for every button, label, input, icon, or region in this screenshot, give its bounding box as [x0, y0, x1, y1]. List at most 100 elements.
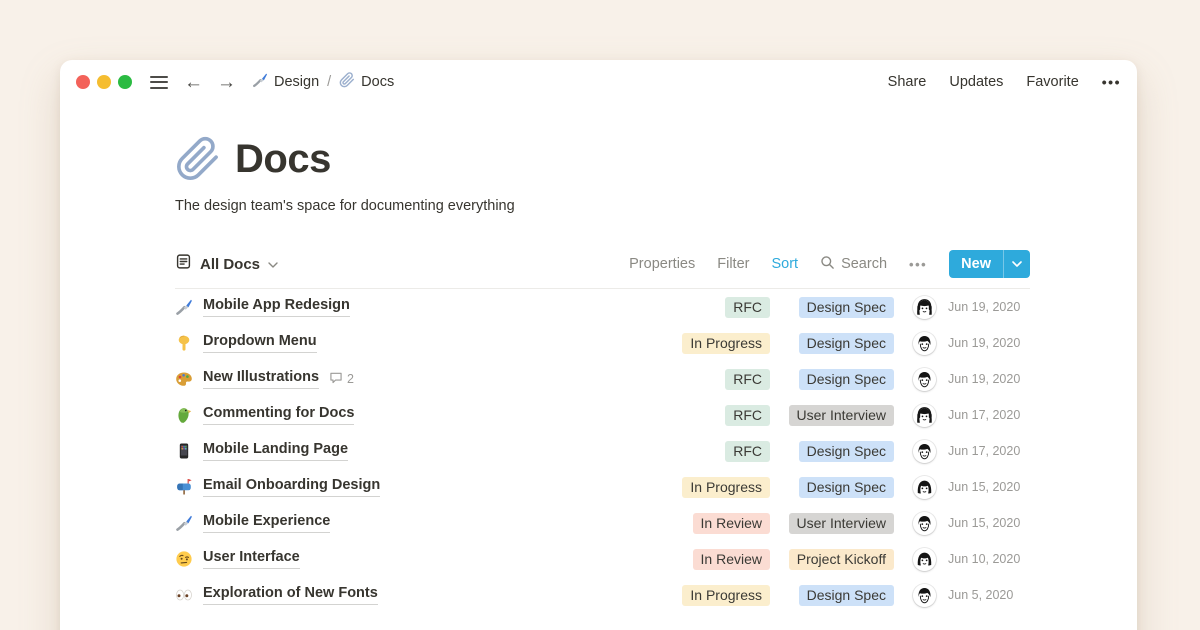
toolbar-actions: Properties Filter Sort Search ••• New	[629, 250, 1030, 278]
doc-title-link[interactable]: Email Onboarding Design	[203, 477, 380, 497]
face-raised-eyebrow-icon	[175, 550, 203, 568]
updates-button[interactable]: Updates	[949, 74, 1003, 90]
forward-button[interactable]: →	[217, 73, 236, 92]
mailbox-icon	[175, 478, 203, 496]
doc-type-tag[interactable]: Design Spec	[799, 585, 894, 606]
table-row[interactable]: Mobile Experience In Review User Intervi…	[175, 505, 1030, 541]
view-label: All Docs	[200, 256, 260, 273]
status-tag[interactable]: RFC	[725, 405, 770, 426]
view-toolbar: All Docs Properties Filter Sort Search	[175, 250, 1030, 289]
avatar-woman-headphones[interactable]	[913, 296, 936, 319]
doc-title-link[interactable]: Mobile Experience	[203, 513, 330, 533]
edited-date: Jun 19, 2020	[942, 300, 1030, 314]
doc-type-tag[interactable]: Design Spec	[799, 297, 894, 318]
doc-title-link[interactable]: Dropdown Menu	[203, 333, 317, 353]
avatar-man[interactable]	[913, 440, 936, 463]
page-header: Docs The design team's space for documen…	[175, 136, 1030, 214]
edited-date: Jun 10, 2020	[942, 552, 1030, 566]
sidebar-toggle-icon[interactable]	[148, 72, 170, 93]
view-switcher[interactable]: All Docs	[175, 253, 278, 275]
doc-title-link[interactable]: User Interface	[203, 549, 300, 569]
comment-count: 2	[347, 372, 354, 386]
titlebar-actions: Share Updates Favorite •••	[888, 74, 1121, 90]
doc-list-icon	[175, 253, 192, 275]
edited-date: Jun 17, 2020	[942, 444, 1030, 458]
breadcrumb-item-design[interactable]: Design	[252, 72, 319, 92]
page-content: Docs The design team's space for documen…	[60, 136, 1137, 613]
sort-button[interactable]: Sort	[771, 256, 798, 272]
chevron-down-icon	[268, 255, 278, 273]
favorite-button[interactable]: Favorite	[1026, 74, 1078, 90]
breadcrumb-separator: /	[327, 74, 331, 90]
comment-count-badge[interactable]: 2	[329, 371, 354, 388]
properties-button[interactable]: Properties	[629, 256, 695, 272]
chevron-down-icon[interactable]	[1004, 250, 1030, 278]
doc-type-tag[interactable]: Design Spec	[799, 369, 894, 390]
status-tag[interactable]: RFC	[725, 369, 770, 390]
doc-title-link[interactable]: Exploration of New Fonts	[203, 585, 378, 605]
table-row[interactable]: Email Onboarding Design In Progress Desi…	[175, 469, 1030, 505]
toolbar-more-button[interactable]: •••	[909, 257, 927, 272]
desktop-background: ← → Design /	[0, 0, 1200, 630]
doc-type-tag[interactable]: Design Spec	[799, 477, 894, 498]
more-options-button[interactable]: •••	[1102, 74, 1121, 90]
doc-type-tag[interactable]: Design Spec	[799, 441, 894, 462]
zoom-window-button[interactable]	[118, 75, 132, 89]
status-tag[interactable]: RFC	[725, 441, 770, 462]
doc-title-link[interactable]: New Illustrations	[203, 369, 319, 389]
window-controls	[76, 75, 132, 89]
doc-type-tag[interactable]: Design Spec	[799, 333, 894, 354]
page-title: Docs	[235, 137, 331, 182]
share-button[interactable]: Share	[888, 74, 927, 90]
avatar-woman-headphones[interactable]	[913, 404, 936, 427]
breadcrumb-label: Design	[274, 74, 319, 90]
doc-type-tag[interactable]: User Interview	[789, 513, 894, 534]
search-icon	[820, 255, 835, 274]
edited-date: Jun 15, 2020	[942, 480, 1030, 494]
table-row[interactable]: User Interface In Review Project Kickoff…	[175, 541, 1030, 577]
avatar-man[interactable]	[913, 332, 936, 355]
back-button[interactable]: ←	[184, 73, 203, 92]
page-description: The design team's space for documenting …	[175, 198, 1030, 214]
paintbrush-icon	[175, 298, 203, 316]
mobile-phone-icon	[175, 442, 203, 460]
status-tag[interactable]: In Review	[693, 549, 770, 570]
doc-type-tag[interactable]: User Interview	[789, 405, 894, 426]
table-row[interactable]: Dropdown Menu In Progress Design Spec Ju…	[175, 325, 1030, 361]
search-button[interactable]: Search	[820, 255, 887, 274]
table-row[interactable]: Mobile App Redesign RFC Design Spec Jun …	[175, 289, 1030, 325]
breadcrumb-label: Docs	[361, 74, 394, 90]
avatar-man[interactable]	[913, 368, 936, 391]
avatar-woman-bob[interactable]	[913, 548, 936, 571]
avatar-woman-bob[interactable]	[913, 476, 936, 499]
app-window: ← → Design /	[60, 60, 1137, 630]
status-tag[interactable]: In Review	[693, 513, 770, 534]
new-button[interactable]: New	[949, 250, 1030, 278]
edited-date: Jun 15, 2020	[942, 516, 1030, 530]
filter-button[interactable]: Filter	[717, 256, 749, 272]
paperclip-icon[interactable]	[175, 136, 221, 182]
avatar-man[interactable]	[913, 584, 936, 607]
search-label: Search	[841, 256, 887, 272]
minimize-window-button[interactable]	[97, 75, 111, 89]
doc-title-link[interactable]: Mobile Landing Page	[203, 441, 348, 461]
edited-date: Jun 17, 2020	[942, 408, 1030, 422]
doc-title-link[interactable]: Mobile App Redesign	[203, 297, 350, 317]
close-window-button[interactable]	[76, 75, 90, 89]
table-row[interactable]: New Illustrations 2 RFC Design Spec Jun …	[175, 361, 1030, 397]
breadcrumb-item-docs[interactable]: Docs	[339, 72, 394, 92]
paintbrush-icon	[252, 72, 268, 92]
status-tag[interactable]: In Progress	[682, 477, 770, 498]
edited-date: Jun 19, 2020	[942, 336, 1030, 350]
doc-title-link[interactable]: Commenting for Docs	[203, 405, 354, 425]
status-tag[interactable]: In Progress	[682, 585, 770, 606]
table-row[interactable]: Exploration of New Fonts In Progress Des…	[175, 577, 1030, 613]
pointing-down-icon	[175, 334, 203, 352]
status-tag[interactable]: In Progress	[682, 333, 770, 354]
doc-type-tag[interactable]: Project Kickoff	[789, 549, 894, 570]
table-row[interactable]: Commenting for Docs RFC User Interview J…	[175, 397, 1030, 433]
avatar-man[interactable]	[913, 512, 936, 535]
table-row[interactable]: Mobile Landing Page RFC Design Spec Jun …	[175, 433, 1030, 469]
status-tag[interactable]: RFC	[725, 297, 770, 318]
titlebar: ← → Design /	[60, 60, 1137, 104]
